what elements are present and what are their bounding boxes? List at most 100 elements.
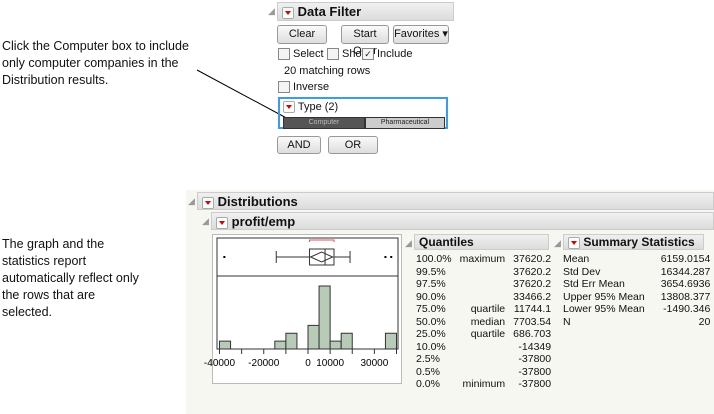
cell: 50.0% xyxy=(416,315,446,328)
cell xyxy=(456,366,510,379)
title: Quantiles xyxy=(419,235,474,249)
cell: 686.703 xyxy=(513,328,552,340)
start-over-button[interactable]: Start Over xyxy=(341,25,389,57)
red-triangle-menu-icon[interactable] xyxy=(283,101,295,114)
cell: 25.0% xyxy=(416,328,446,340)
cell: 37620.2 xyxy=(513,265,552,278)
level-computer[interactable]: Computer xyxy=(283,117,365,129)
outlier-point xyxy=(384,256,387,258)
table-row: 100.0% maximum 37620.2 xyxy=(412,253,555,266)
quantiles-table: 100.0% maximum 37620.2 99.5% 37620.2 97.5% 376… xyxy=(412,253,555,391)
data-filter-panel: ◢ Data Filter Clear Start Over Favorites… xyxy=(264,0,454,158)
level-pharmaceutical[interactable]: Pharmaceutical xyxy=(365,117,445,129)
table-row: Lower 95% Mean -1490.346 xyxy=(559,303,714,316)
clear-button[interactable]: Clear xyxy=(277,25,327,44)
cell: 99.5% xyxy=(416,265,446,278)
histogram-bar xyxy=(329,340,342,350)
histogram-bar xyxy=(219,340,232,350)
table-row: 0.0% minimum -37800 xyxy=(412,378,555,391)
cell: 13808.377 xyxy=(660,290,711,303)
cell: -37800 xyxy=(518,378,552,390)
outlier-point xyxy=(390,256,393,258)
table-row: 97.5% 37620.2 xyxy=(412,278,555,291)
axis-tick-label: 30000 xyxy=(360,358,388,369)
cell: 37620.2 xyxy=(513,253,552,265)
cell: 11744.1 xyxy=(513,303,552,315)
cell xyxy=(456,291,510,304)
cell: 0.0% xyxy=(416,378,440,390)
table-row: N 20 xyxy=(559,316,714,329)
axis-tick-label: -20000 xyxy=(248,358,280,369)
label: Inverse xyxy=(293,81,330,93)
histogram-bar xyxy=(307,324,320,350)
histogram-bar xyxy=(340,332,353,350)
cell: maximum xyxy=(459,253,506,265)
type-label: Type (2) xyxy=(297,101,339,113)
shortest-half-bracket xyxy=(309,239,335,242)
red-triangle-menu-icon[interactable] xyxy=(568,236,580,249)
table-row: Upper 95% Mean 13808.377 xyxy=(559,291,714,304)
cell: 3654.6936 xyxy=(660,278,711,290)
table-row: 10.0% -14349 xyxy=(412,341,555,354)
histogram-bar xyxy=(384,332,397,350)
cell: -1490.346 xyxy=(663,303,711,315)
cell: N xyxy=(563,315,571,328)
table-row: 50.0% median 7703.54 xyxy=(412,316,555,329)
cell: Lower 95% Mean xyxy=(563,303,645,315)
box xyxy=(309,248,335,266)
cell: Std Err Mean xyxy=(563,278,625,290)
disclosure-icon[interactable]: ◢ xyxy=(268,6,275,17)
distributions-report: ◢ Distributions ◢ profit/emp -40000 -2000… xyxy=(186,190,714,414)
cell: 2.5% xyxy=(416,353,440,365)
cell xyxy=(456,266,510,279)
label: Include xyxy=(377,48,413,60)
cell: Mean xyxy=(563,253,590,265)
title: Summary Statistics xyxy=(583,235,695,249)
axis-tick-label: 10000 xyxy=(316,358,344,369)
histogram-bar xyxy=(274,340,287,350)
quantiles-header: Quantiles xyxy=(414,234,549,250)
cell: 16344.287 xyxy=(660,265,711,278)
cell: 10.0% xyxy=(416,340,446,353)
disclosure-icon[interactable]: ◢ xyxy=(405,238,412,249)
cell: median xyxy=(470,315,506,328)
table-row: 0.5% -37800 xyxy=(412,366,555,379)
select-checkbox[interactable]: Select xyxy=(278,48,324,61)
summary-table: Mean 6159.0154 Std Dev 16344.287 Std Err Mea… xyxy=(559,253,714,328)
table-row: Mean 6159.0154 xyxy=(559,253,714,266)
cell: minimum xyxy=(462,378,506,390)
cell: 75.0% xyxy=(416,303,446,315)
cell: 97.5% xyxy=(416,278,446,290)
summary-header: Summary Statistics xyxy=(563,234,704,250)
cell: 7703.54 xyxy=(513,315,552,328)
data-filter-header: Data Filter xyxy=(277,2,454,21)
favorites-dropdown[interactable]: Favorites ▾ xyxy=(393,25,449,44)
table-row: 90.0% 33466.2 xyxy=(412,291,555,304)
cell: 0.5% xyxy=(416,365,440,378)
cell: quartile xyxy=(470,303,506,315)
and-button[interactable]: AND xyxy=(277,136,321,154)
cell xyxy=(456,341,510,354)
cell: -37800 xyxy=(518,353,552,365)
include-checkbox[interactable]: ✓ Include xyxy=(362,48,413,61)
table-row: 99.5% 37620.2 xyxy=(412,266,555,279)
histogram-bar xyxy=(318,285,331,350)
matching-rows: 20 matching rows xyxy=(284,65,371,77)
or-button[interactable]: OR xyxy=(328,136,378,154)
outlier-point xyxy=(223,256,226,258)
histogram-bar xyxy=(285,332,298,350)
disclosure-icon[interactable]: ◢ xyxy=(554,238,561,249)
cell xyxy=(456,353,510,366)
label: Favorites xyxy=(394,28,440,40)
table-row: 25.0% quartile 686.703 xyxy=(412,328,555,341)
distribution-chart: -40000 -20000 0 10000 30000 xyxy=(204,237,399,369)
table-row: Std Err Mean 3654.6936 xyxy=(559,278,714,291)
axis-tick-label: -40000 xyxy=(204,358,236,369)
title: Data Filter xyxy=(297,4,362,19)
red-triangle-menu-icon[interactable] xyxy=(282,6,294,19)
label: Select xyxy=(293,48,324,60)
cell: -37800 xyxy=(518,365,552,378)
cell: Upper 95% Mean xyxy=(563,290,645,303)
cell: -14349 xyxy=(518,340,552,353)
inverse-checkbox[interactable]: Inverse xyxy=(278,81,330,94)
